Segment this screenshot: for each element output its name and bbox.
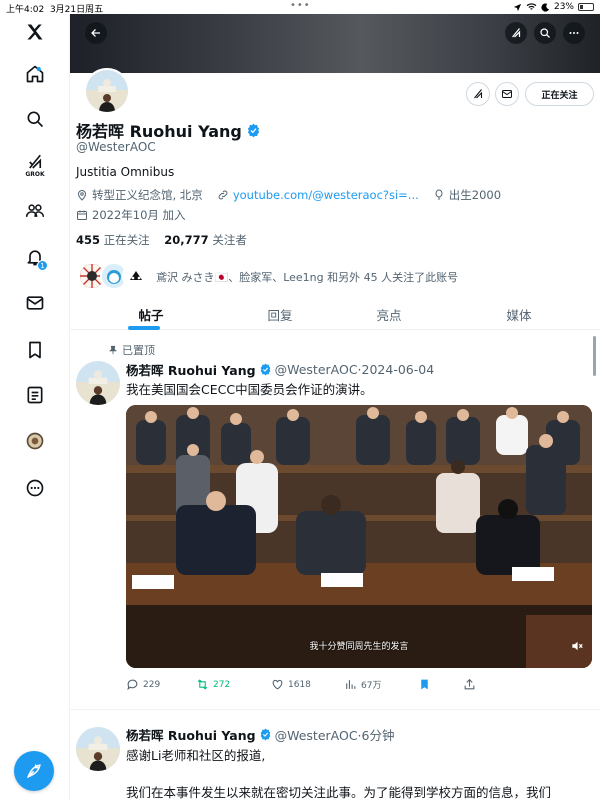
back-button[interactable] [85,22,107,44]
following-stat[interactable]: 455 正在关注 [76,233,150,247]
post-divider [70,709,600,710]
verified-badge-icon [260,363,270,376]
multitask-dots[interactable]: ••• [290,0,311,11]
location-arrow-icon [513,3,522,11]
verified-badge-icon [247,123,259,137]
bookmark-filled-icon [421,679,428,690]
search-icon [540,28,550,38]
location-pin-icon [77,190,87,201]
sidebar: GROK 1 [0,14,70,800]
tab-highlights[interactable]: 亮点 [323,299,455,330]
post-video[interactable]: 我十分赞同周先生的发言 [126,405,592,668]
link-icon [218,190,228,200]
grok-banner-button[interactable] [505,22,527,44]
hearing-video-frame [126,405,592,668]
followed-by-avatars[interactable] [78,262,158,292]
more-dots-icon [569,32,579,34]
moon-icon [541,2,550,12]
banner-more-button[interactable] [563,22,585,44]
verified-badge-icon [260,728,270,741]
balloon-icon [435,189,443,200]
profile-main: 正在关注 杨若晖 Ruohui Yang @WesterAOC Justitia… [70,14,600,800]
profile-joined: 2022年10月 加入 [92,208,186,222]
messages-icon[interactable] [23,291,47,315]
followers-stat[interactable]: 20,777 关注者 [164,233,247,247]
grok-icon [474,89,483,99]
reply-button[interactable]: 229 [126,678,160,691]
notification-badge: 1 [37,260,48,271]
envelope-icon [502,90,512,98]
profile-born: 出生2000 [448,188,502,202]
post-author-name[interactable]: 杨若晖 Ruohui Yang [126,725,256,744]
profile-tabs: 帖子 回复 亮点 媒体 [70,299,600,330]
pinned-label: 已置顶 [108,342,155,358]
message-button[interactable] [495,82,519,106]
verified-orgs-icon[interactable] [23,429,47,453]
bookmark-button[interactable] [418,678,431,691]
scrollbar[interactable] [593,336,596,376]
profile-name-text: 杨若晖 Ruohui Yang [76,122,242,141]
x-logo-icon[interactable] [23,20,47,44]
compose-button[interactable] [14,751,54,791]
back-arrow-icon [91,29,100,37]
profile-link[interactable]: youtube.com/@westeraoc?si=... [233,188,419,202]
repost-button[interactable]: 272 [196,678,230,691]
reply-icon [127,679,138,691]
post-text: 我在美国国会CECC中国委员会作证的演讲。 [126,382,373,397]
post-text: 感谢Li老师和社区的报道, [126,748,266,763]
active-tab-indicator [128,326,160,330]
home-icon[interactable] [23,62,47,86]
search-icon[interactable] [23,107,47,131]
share-button[interactable] [463,678,476,691]
tab-media[interactable]: 媒体 [453,299,585,330]
calendar-icon [77,210,87,220]
profile-handle: @WesterAOC [76,140,156,154]
views-chart-icon [346,680,356,689]
profile-bio: Justitia Omnibus [76,165,175,179]
followed-by-text[interactable]: 鳶沢 みさき🇯🇵、脸家军、Lee1ng 和另外 45 人关注了此账号 [156,269,458,285]
grok-label: GROK [25,171,45,178]
profile-joined-row: 2022年10月 加入 [76,207,186,223]
post-header: 杨若晖 Ruohui Yang @WesterAOC·6分钟 [126,725,394,744]
communities-icon[interactable] [23,199,47,223]
post-author-name[interactable]: 杨若晖 Ruohui Yang [126,360,256,379]
like-button[interactable]: 1618 [271,678,311,691]
post-header: 杨若晖 Ruohui Yang @WesterAOC·2024-06-04 [126,360,434,379]
banner-search-button[interactable] [534,22,556,44]
profile-meta-row: 转型正义纪念馆, 北京 youtube.com/@westeraoc?si=..… [76,187,501,203]
profile-stats: 455 正在关注 20,777 关注者 [76,232,247,248]
wifi-icon [526,3,537,10]
mute-icon[interactable] [570,639,584,653]
share-icon [464,678,475,690]
lists-icon[interactable] [23,383,47,407]
profile-avatar[interactable] [84,68,130,114]
compose-feather-icon [26,764,41,779]
repost-icon [197,679,208,690]
profile-location: 转型正义纪念馆, 北京 [92,188,203,202]
post-handle-time[interactable]: @WesterAOC·6分钟 [275,725,395,744]
grok-icon [512,28,521,38]
post-actions: 229 272 1618 67万 [126,678,592,694]
follower-avatar [122,262,150,290]
pin-icon [109,345,117,355]
video-subtitle: 我十分赞同周先生的发言 [309,642,409,652]
following-button[interactable]: 正在关注 [525,82,594,106]
battery-icon [578,3,594,11]
battery-percent: 23% [553,2,574,12]
status-icons: 23% [513,2,594,12]
status-bar: 上午4:02 3月21日周五 ••• 23% [0,0,600,15]
bookmarks-icon[interactable] [23,338,47,362]
post-avatar[interactable] [76,361,120,405]
more-icon[interactable] [23,476,47,500]
views-button[interactable]: 67万 [344,678,381,691]
grok-analyze-button[interactable] [466,82,490,106]
post-handle-time[interactable]: @WesterAOC·2024-06-04 [275,362,435,377]
profile-name: 杨若晖 Ruohui Yang [76,118,261,142]
heart-icon [272,679,283,690]
post-text-continued: 我们在本事件发生以来就在密切关注此事。为了能得到学校方面的信息，我们 [126,785,552,800]
post-avatar[interactable] [76,727,120,771]
